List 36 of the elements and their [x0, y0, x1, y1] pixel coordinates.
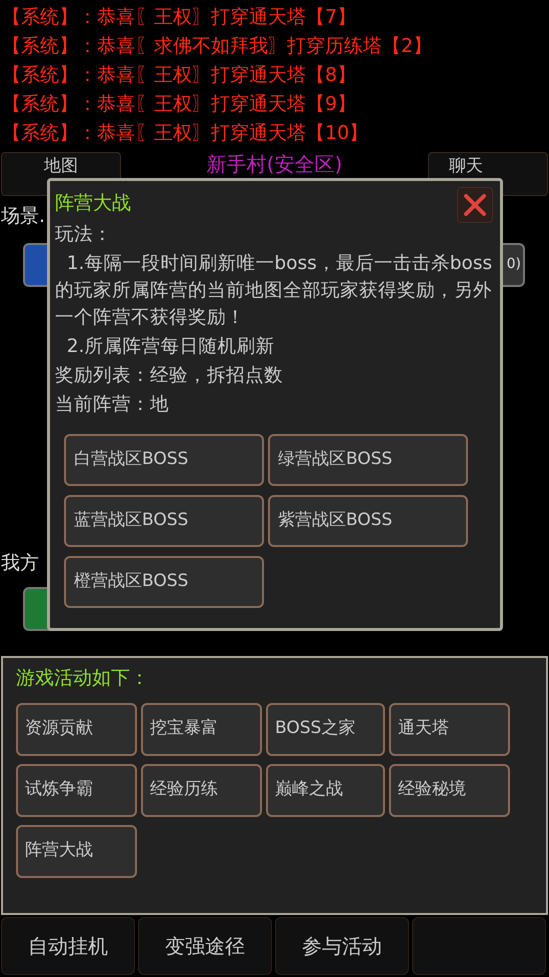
side-label: 我方 [1, 550, 39, 576]
rule-text: 奖励列表：经验，拆招点数 [55, 364, 284, 388]
activity-button[interactable]: 通天塔 [389, 702, 510, 756]
nav-button[interactable]: 自动挂机 [1, 917, 135, 975]
nav-button[interactable]: 参与活动 [275, 917, 409, 975]
activity-button[interactable]: 资源贡献 [16, 702, 137, 756]
boss-button[interactable]: 橙营战区BOSS [64, 556, 264, 608]
activity-button[interactable]: 经验秘境 [389, 764, 510, 816]
activity-button[interactable]: 阵营大战 [16, 824, 137, 878]
rule-text: 1.每隔一段时间刷新唯一boss，最后一击击杀boss的玩家所属阵营的当前地图全部玩家获得奖励，另外一个阵营不获得奖励！ [55, 252, 494, 330]
activity-button[interactable]: BOSS之家 [266, 702, 385, 756]
scene-label: 场景. [1, 204, 46, 229]
scene-button[interactable] [23, 242, 47, 286]
activity-button[interactable]: 试炼争霸 [16, 764, 137, 816]
system-message: 【系统】：恭喜〖求佛不如拜我〗打穿历练塔【2】 [2, 34, 432, 59]
boss-button[interactable]: 紫营战区BOSS [268, 495, 468, 547]
boss-button[interactable]: 蓝营战区BOSS [64, 495, 264, 547]
button-text: 0) [506, 255, 521, 274]
nav-button[interactable]: 变强途径 [138, 917, 272, 975]
panel-title: 游戏活动如下： [16, 666, 150, 691]
rule-text: 玩法： [55, 223, 113, 247]
close-button[interactable] [457, 187, 493, 223]
scene-button[interactable]: 0) [503, 242, 525, 286]
system-message: 【系统】：恭喜〖王权〗打穿通天塔【7】 [2, 5, 356, 30]
rule-text: 2.所属阵营每日随机刷新 [66, 335, 276, 359]
activity-button[interactable]: 挖宝暴富 [141, 702, 262, 756]
system-message: 【系统】：恭喜〖王权〗打穿通天塔【10】 [2, 121, 368, 146]
boss-button[interactable]: 白营战区BOSS [64, 434, 264, 486]
close-icon [463, 193, 487, 217]
system-message: 【系统】：恭喜〖王权〗打穿通天塔【8】 [2, 63, 356, 88]
activity-button[interactable]: 经验历练 [141, 764, 262, 816]
rule-text: 当前阵营：地 [55, 393, 170, 417]
system-message: 【系统】：恭喜〖王权〗打穿通天塔【9】 [2, 92, 356, 117]
boss-button[interactable]: 绿营战区BOSS [268, 434, 468, 486]
location-title: 新手村(安全区) [206, 153, 342, 175]
activity-button[interactable]: 巅峰之战 [266, 764, 385, 816]
